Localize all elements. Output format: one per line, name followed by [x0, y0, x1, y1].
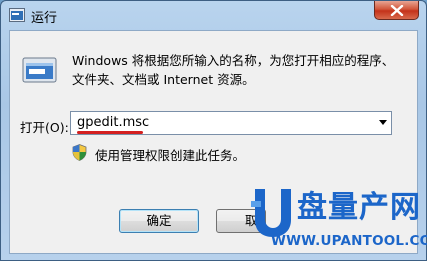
titlebar: 运行	[1, 1, 426, 29]
watermark-brand: 盘量产网	[297, 190, 421, 225]
run-icon	[9, 8, 25, 22]
close-button[interactable]	[374, 1, 419, 20]
command-combobox[interactable]: gpedit.msc	[70, 111, 392, 135]
dialog-description: Windows 将根据您所输入的名称，为您打开相应的程序、文件夹、文档或 Int…	[72, 53, 395, 87]
run-dialog-window: 运行 Windows 将根据您所输入的名称，为您打开相应的程序、文件夹、文档或 …	[0, 0, 427, 261]
open-label: 打开(O):	[20, 120, 69, 135]
dropdown-arrow-icon[interactable]	[379, 120, 387, 125]
run-program-icon	[22, 57, 57, 83]
command-input[interactable]: gpedit.msc	[77, 115, 149, 130]
u-logo-icon	[251, 189, 291, 237]
watermark: 盘量产网 WWW.UPANTOOL.COM	[247, 187, 427, 255]
window-title: 运行	[31, 11, 58, 26]
highlight-underline	[77, 131, 143, 134]
shield-icon	[72, 144, 87, 161]
admin-notice: 使用管理权限创建此任务。	[95, 148, 246, 163]
watermark-url: WWW.UPANTOOL.COM	[271, 233, 427, 249]
ok-button[interactable]: 确定	[119, 209, 199, 233]
close-icon	[390, 5, 404, 16]
